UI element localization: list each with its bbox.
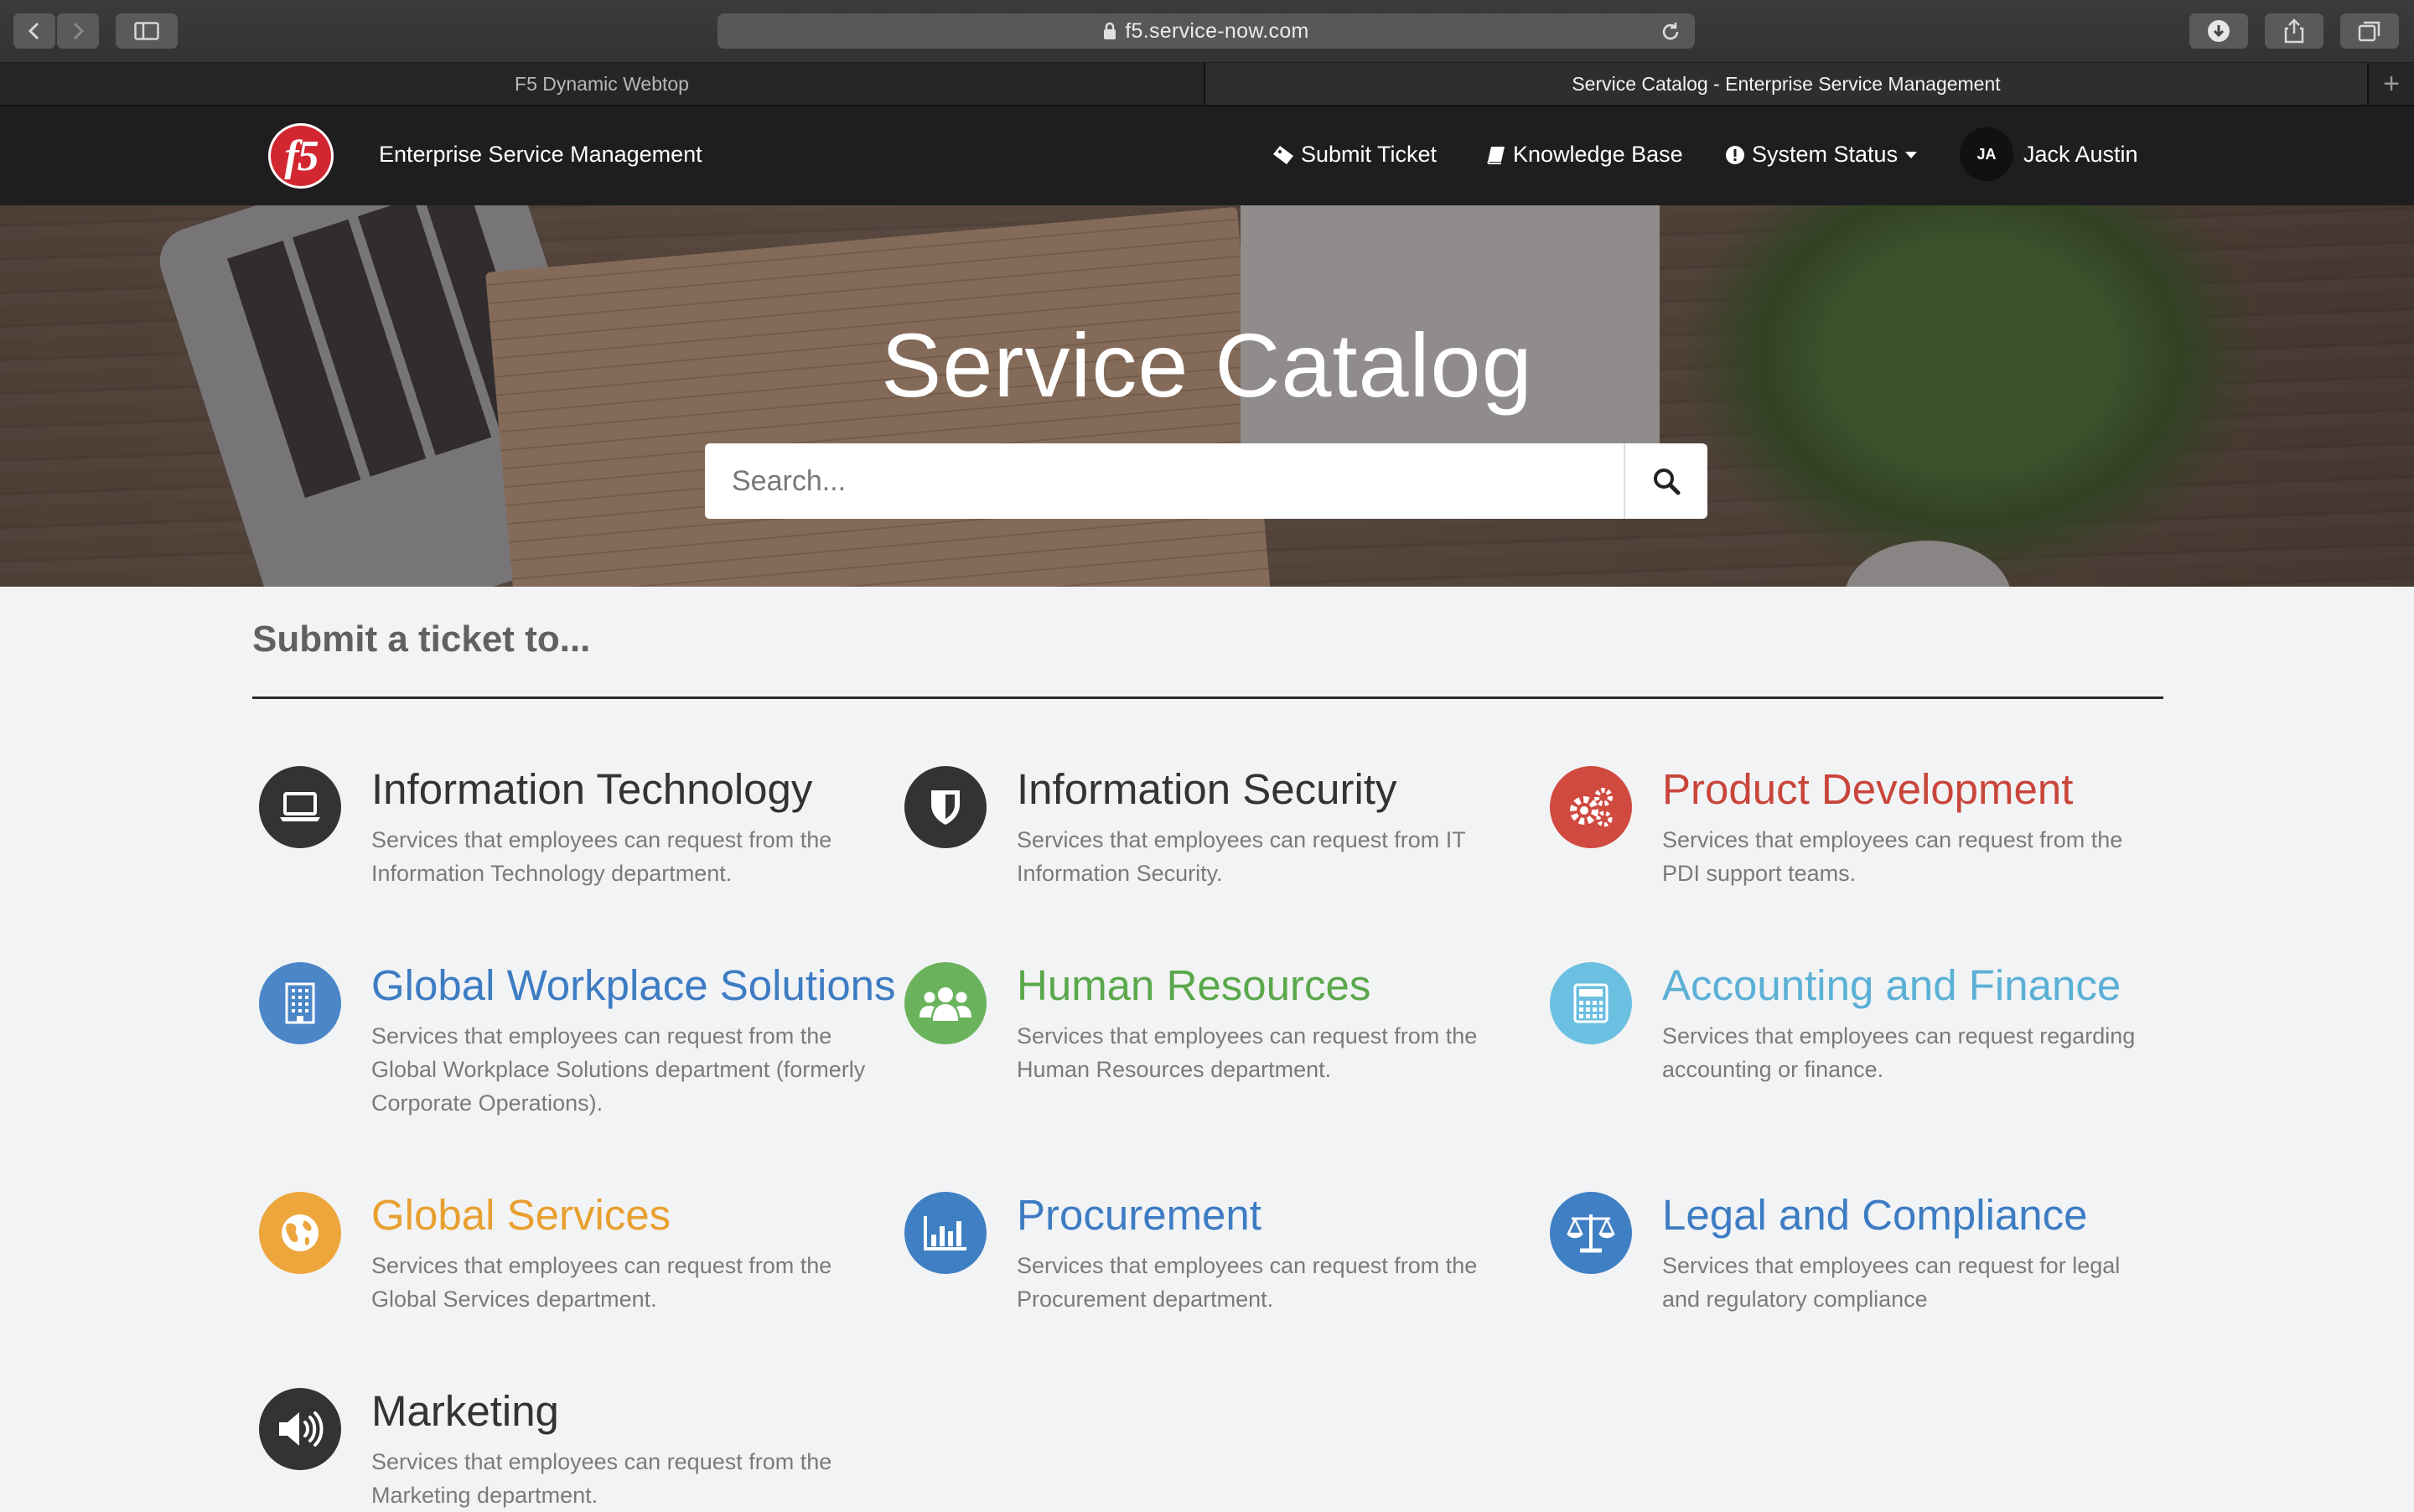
nav-submit-ticket[interactable]: Submit Ticket (1272, 142, 1437, 168)
site-navbar: f5 Enterprise Service Management Submit … (0, 106, 2414, 205)
calculator-icon (1573, 983, 1608, 1023)
category-description: Services that employees can request from… (371, 1023, 866, 1116)
category-title[interactable]: Human Resources (1017, 961, 1370, 1010)
caret-down-icon (1905, 151, 1918, 158)
nav-system-status[interactable]: System Status (1725, 142, 1918, 168)
bar-chart-icon (924, 1216, 966, 1251)
category-title[interactable]: Information Technology (371, 764, 812, 814)
logo-text: f5 (284, 132, 319, 180)
sidebar-toggle-button[interactable] (116, 13, 178, 49)
category-description: Services that employees can request from… (1017, 827, 1466, 886)
category-title[interactable]: Procurement (1017, 1190, 1261, 1240)
url-text: f5.service-now.com (1125, 18, 1309, 43)
back-button[interactable] (13, 13, 55, 49)
category-icon-circle (1550, 962, 1632, 1044)
sidebar-icon (134, 22, 159, 40)
megaphone-icon (279, 1411, 324, 1447)
brand-name[interactable]: Enterprise Service Management (379, 142, 702, 168)
ticket-icon (1273, 145, 1293, 164)
tab-label: F5 Dynamic Webtop (515, 72, 689, 95)
search-button[interactable] (1624, 443, 1707, 519)
category-icon-circle (1550, 766, 1632, 848)
downloads-button[interactable] (2189, 13, 2248, 49)
plus-icon: + (2383, 67, 2400, 100)
alert-circle-icon (1726, 145, 1744, 164)
shield-icon (931, 790, 960, 825)
f5-logo[interactable]: f5 (268, 123, 334, 189)
tab-f5-dynamic-webtop[interactable]: F5 Dynamic Webtop (0, 63, 1204, 105)
search-input[interactable] (705, 443, 1624, 519)
category-icon-circle (259, 1388, 341, 1470)
avatar-initials: JA (1976, 145, 1997, 163)
category-icon-circle (259, 766, 341, 848)
category-description: Services that employees can request from… (1017, 1023, 1478, 1082)
reload-icon[interactable] (1660, 21, 1681, 43)
category-description: Services that employees can request rega… (1662, 1023, 2136, 1082)
tabs-icon (2358, 21, 2380, 42)
hero-banner: Service Catalog (0, 205, 2414, 587)
book-icon (1487, 146, 1505, 164)
category-title[interactable]: Global Workplace Solutions (371, 961, 896, 1010)
address-bar[interactable]: f5.service-now.com (717, 13, 1695, 49)
category-description: Services that employees can request for … (1662, 1253, 2121, 1312)
browser-toolbar: f5.service-now.com (0, 0, 2414, 63)
page-title: Service Catalog (881, 314, 1533, 416)
category-title[interactable]: Legal and Compliance (1662, 1190, 2088, 1240)
user-name[interactable]: Jack Austin (2023, 142, 2138, 168)
tabs-overview-button[interactable] (2340, 13, 2399, 49)
search-icon (1654, 469, 1681, 495)
building-icon (285, 982, 315, 1024)
tab-strip: F5 Dynamic Webtop Service Catalog - Ente… (0, 63, 2414, 106)
category-title[interactable]: Information Security (1017, 764, 1397, 814)
download-icon (2208, 20, 2230, 42)
category-title[interactable]: Global Services (371, 1190, 671, 1240)
section-title: Submit a ticket to... (252, 619, 591, 660)
category-description: Services that employees can request from… (371, 1253, 832, 1312)
category-description: Services that employees can request from… (1017, 1253, 1478, 1312)
category-title[interactable]: Accounting and Finance (1662, 961, 2121, 1010)
scales-icon (1567, 1214, 1615, 1253)
category-title[interactable]: Product Development (1662, 764, 2073, 814)
gears-icon (1570, 788, 1613, 827)
new-tab-button[interactable]: + (2369, 63, 2414, 105)
user-avatar[interactable]: JA (1960, 127, 2013, 181)
category-description: Services that employees can request from… (371, 827, 832, 886)
category-description: Services that employees can request from… (1662, 827, 2123, 886)
category-icon-circle (259, 1192, 341, 1274)
lock-icon (1104, 22, 1116, 39)
chevron-right-icon (73, 22, 85, 40)
users-icon (919, 987, 971, 1021)
category-description: Services that employees can request from… (371, 1449, 832, 1508)
nav-knowledge-base[interactable]: Knowledge Base (1486, 142, 1683, 168)
category-title[interactable]: Marketing (371, 1386, 559, 1436)
laptop-icon (280, 792, 320, 821)
share-button[interactable] (2265, 13, 2323, 49)
tab-label: Service Catalog - Enterprise Service Man… (1572, 72, 2001, 95)
nav-label: System Status (1752, 142, 1899, 167)
chevron-left-icon (28, 22, 39, 40)
category-icon-circle (904, 962, 987, 1044)
globe-icon (282, 1214, 319, 1251)
tab-service-catalog[interactable]: Service Catalog - Enterprise Service Man… (1205, 63, 2367, 105)
category-icon-circle (904, 766, 987, 848)
nav-label: Knowledge Base (1513, 142, 1683, 167)
section-divider (252, 696, 2163, 699)
category-icon-circle (259, 962, 341, 1044)
nav-label: Submit Ticket (1301, 142, 1438, 167)
catalog-search (705, 443, 1707, 519)
forward-button[interactable] (57, 13, 99, 49)
category-icon-circle (904, 1192, 987, 1274)
category-icon-circle (1550, 1192, 1632, 1274)
share-icon (2284, 18, 2304, 44)
